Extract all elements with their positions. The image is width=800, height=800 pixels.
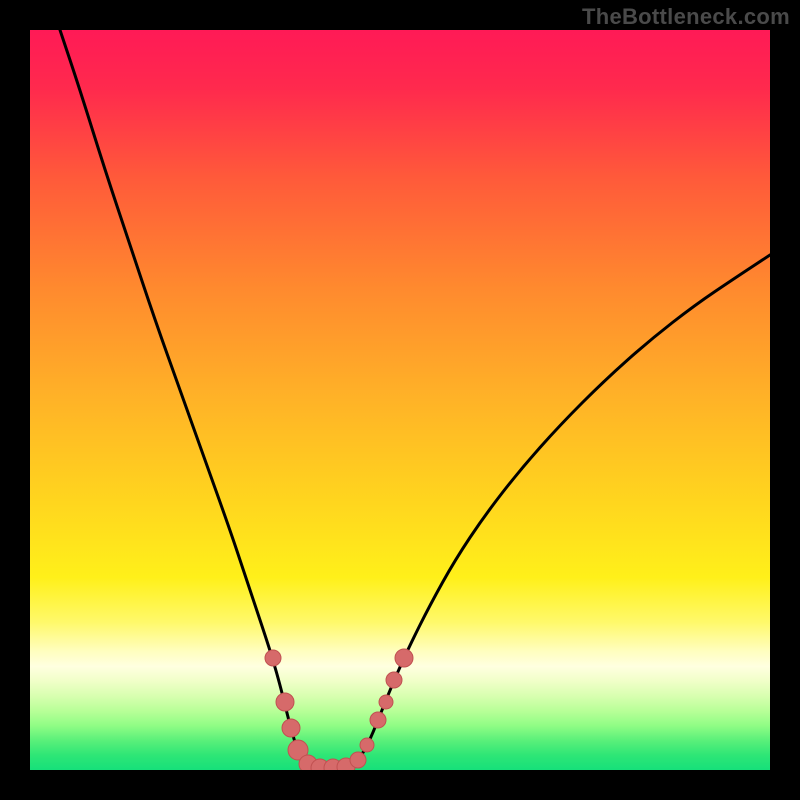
marker-dot [350,752,366,768]
watermark-text: TheBottleneck.com [582,4,790,30]
marker-dot [395,649,413,667]
right-curve [350,255,770,770]
chart-frame: TheBottleneck.com [0,0,800,800]
marker-dot [386,672,402,688]
marker-dot [379,695,393,709]
marker-dot [370,712,386,728]
plot-area [30,30,770,770]
marker-dot [282,719,300,737]
curve-layer [30,30,770,770]
marker-dot [265,650,281,666]
marker-dot [276,693,294,711]
marker-dot [360,738,374,752]
